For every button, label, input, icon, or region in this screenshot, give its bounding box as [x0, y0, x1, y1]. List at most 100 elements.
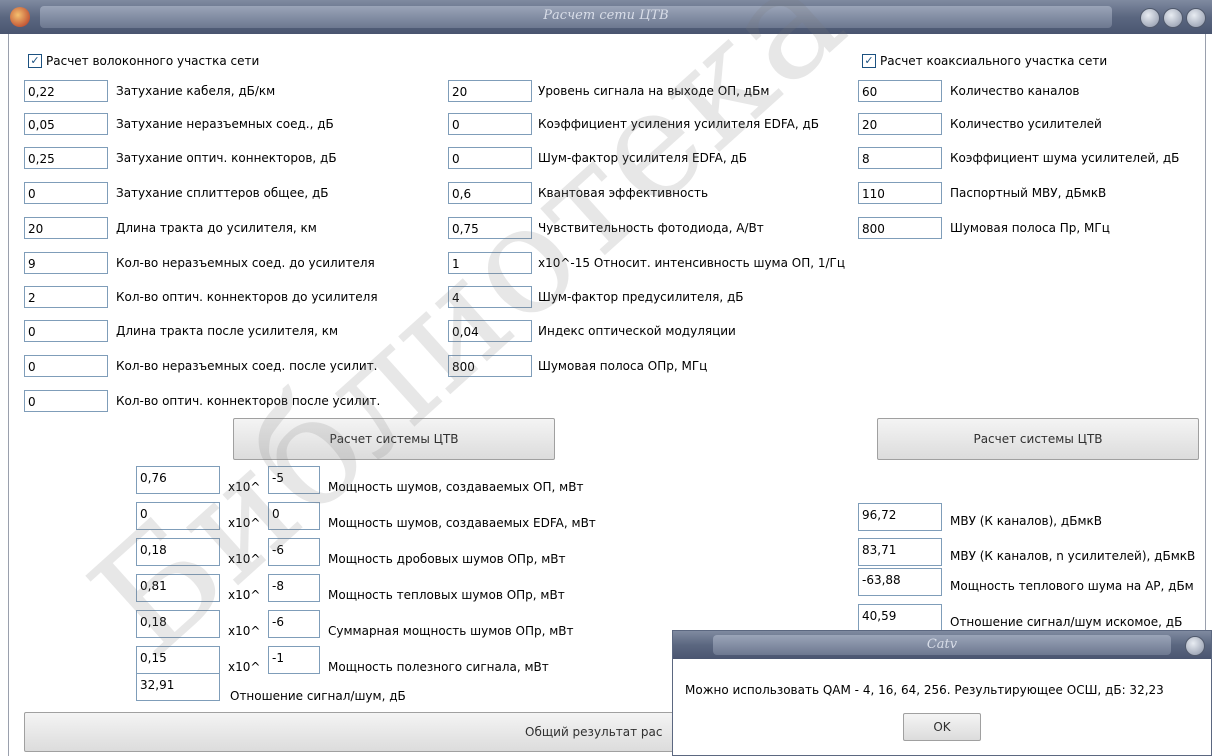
result-mantissa-field[interactable]: 0,81: [136, 574, 220, 602]
fiber-param-label: x10^-15 Относит. интенсивность шума ОП, …: [538, 256, 846, 270]
fiber-param-label: Кол-во оптич. коннекторов после усилит.: [116, 394, 381, 408]
coax-result-label: Мощность теплового шума на АР, дБм: [950, 579, 1194, 593]
coax-param-label: Паспортный МВУ, дБмкВ: [950, 186, 1107, 200]
x10-label: x10^: [228, 660, 261, 674]
fiber-param-label: Длина тракта после усилителя, км: [116, 324, 339, 338]
snr-value-field[interactable]: 32,91: [136, 673, 220, 701]
fiber-param-field[interactable]: 0,05: [24, 113, 108, 135]
coax-result-label: Отношение сигнал/шум искомое, дБ: [950, 615, 1183, 629]
fiber-param-label: Затухание кабеля, дБ/км: [116, 84, 276, 98]
dialog-close-button[interactable]: [1185, 636, 1205, 656]
fiber-param-label: Индекс оптической модуляции: [538, 324, 736, 338]
coax-result-field[interactable]: -63,88: [858, 568, 942, 596]
fiber-param-field[interactable]: 4: [448, 286, 532, 308]
coax-param-label: Количество каналов: [950, 84, 1080, 98]
fiber-param-field[interactable]: 0,75: [448, 217, 532, 239]
x10-label: x10^: [228, 588, 261, 602]
fiber-param-label: Уровень сигнала на выходе ОП, дБм: [538, 84, 770, 98]
result-label: Суммарная мощность шумов ОПр, мВт: [328, 624, 574, 638]
fiber-param-field[interactable]: 0,25: [24, 147, 108, 169]
result-exponent-field[interactable]: -6: [268, 610, 320, 638]
checkbox-box[interactable]: ✓: [862, 54, 876, 68]
fiber-param-label: Кол-во оптич. коннекторов до усилителя: [116, 290, 378, 304]
fiber-section-checkbox[interactable]: ✓ Расчет волоконного участка сети: [28, 54, 259, 68]
result-exponent-field[interactable]: -1: [268, 646, 320, 674]
fiber-param-label: Шум-фактор усилителя EDFA, дБ: [538, 151, 747, 165]
fiber-param-field[interactable]: 0: [24, 390, 108, 412]
result-mantissa-field[interactable]: 0,76: [136, 466, 220, 494]
coax-section-checkbox[interactable]: ✓ Расчет коаксиального участка сети: [862, 54, 1107, 68]
coax-param-field[interactable]: 60: [858, 80, 942, 102]
result-exponent-field[interactable]: -6: [268, 538, 320, 566]
fiber-param-field[interactable]: 20: [24, 217, 108, 239]
coax-param-label: Шумовая полоса Пр, МГц: [950, 221, 1110, 235]
fiber-param-label: Шумовая полоса ОПр, МГц: [538, 359, 708, 373]
maximize-button[interactable]: [1163, 8, 1183, 28]
fiber-param-field[interactable]: 1: [448, 252, 532, 274]
dialog-message: Можно использовать QAM - 4, 16, 64, 256.…: [685, 683, 1164, 697]
x10-label: x10^: [228, 480, 261, 494]
result-label: Мощность полезного сигнала, мВт: [328, 660, 549, 674]
fiber-param-label: Затухание сплиттеров общее, дБ: [116, 186, 329, 200]
result-exponent-field[interactable]: -8: [268, 574, 320, 602]
fiber-param-label: Затухание оптич. коннекторов, дБ: [116, 151, 337, 165]
minimize-button[interactable]: [1140, 8, 1160, 28]
fiber-param-field[interactable]: 0: [24, 320, 108, 342]
fiber-param-field[interactable]: 2: [24, 286, 108, 308]
message-dialog: Catv Можно использовать QAM - 4, 16, 64,…: [672, 630, 1212, 756]
window-title: Расчет сети ЦТВ: [543, 8, 669, 23]
fiber-param-field[interactable]: 0,04: [448, 320, 532, 342]
dialog-ok-button[interactable]: OK: [903, 713, 981, 741]
x10-label: x10^: [228, 624, 261, 638]
fiber-param-label: Затухание неразъемных соед., дБ: [116, 117, 334, 131]
fiber-param-field[interactable]: 0: [24, 355, 108, 377]
x10-label: x10^: [228, 552, 261, 566]
fiber-calc-button[interactable]: Расчет системы ЦТВ: [233, 418, 555, 460]
fiber-param-field[interactable]: 20: [448, 80, 532, 102]
coax-result-field[interactable]: 83,71: [858, 538, 942, 566]
coax-calc-button[interactable]: Расчет системы ЦТВ: [877, 418, 1199, 460]
overall-result-button[interactable]: Общий результат рас: [24, 712, 724, 752]
fiber-param-field[interactable]: 0: [24, 182, 108, 204]
result-mantissa-field[interactable]: 0,15: [136, 646, 220, 674]
result-exponent-field[interactable]: -5: [268, 466, 320, 494]
dialog-title: Catv: [926, 637, 958, 652]
fiber-param-field[interactable]: 0,22: [24, 80, 108, 102]
coax-param-field[interactable]: 800: [858, 217, 942, 239]
fiber-param-field[interactable]: 0: [448, 147, 532, 169]
fiber-param-label: Длина тракта до усилителя, км: [116, 221, 317, 235]
fiber-param-field[interactable]: 9: [24, 252, 108, 274]
result-label: Мощность тепловых шумов ОПр, мВт: [328, 588, 565, 602]
app-icon: [10, 7, 30, 27]
coax-param-label: Количество усилителей: [950, 117, 1102, 131]
close-button[interactable]: [1186, 8, 1206, 28]
result-mantissa-field[interactable]: 0: [136, 502, 220, 530]
checkbox-box[interactable]: ✓: [28, 54, 42, 68]
coax-param-field[interactable]: 20: [858, 113, 942, 135]
title-bar: Расчет сети ЦТВ: [0, 0, 1212, 34]
coax-section-label: Расчет коаксиального участка сети: [880, 54, 1108, 68]
fiber-param-label: Коэффициент усиления усилителя EDFA, дБ: [538, 117, 820, 131]
result-mantissa-field[interactable]: 0,18: [136, 610, 220, 638]
fiber-param-label: Квантовая эффективность: [538, 186, 709, 200]
x10-label: x10^: [228, 516, 261, 530]
fiber-param-label: Шум-фактор предусилителя, дБ: [538, 290, 744, 304]
coax-param-field[interactable]: 8: [858, 147, 942, 169]
coax-result-field[interactable]: 40,59: [858, 604, 942, 632]
fiber-param-field[interactable]: 0,6: [448, 182, 532, 204]
coax-param-label: Коэффициент шума усилителей, дБ: [950, 151, 1180, 165]
coax-result-label: МВУ (К каналов, n усилителей), дБмкВ: [950, 549, 1196, 563]
result-label: Мощность дробовых шумов ОПр, мВт: [328, 552, 566, 566]
fiber-section-label: Расчет волоконного участка сети: [46, 54, 260, 68]
fiber-param-field[interactable]: 800: [448, 355, 532, 377]
fiber-param-field[interactable]: 0: [448, 113, 532, 135]
coax-result-field[interactable]: 96,72: [858, 503, 942, 531]
coax-param-field[interactable]: 110: [858, 182, 942, 204]
result-mantissa-field[interactable]: 0,18: [136, 538, 220, 566]
fiber-param-label: Кол-во неразъемных соед. до усилителя: [116, 256, 375, 270]
coax-result-label: МВУ (К каналов), дБмкВ: [950, 514, 1102, 528]
fiber-param-label: Кол-во неразъемных соед. после усилит.: [116, 359, 378, 373]
result-exponent-field[interactable]: 0: [268, 502, 320, 530]
dialog-title-bar: Catv: [673, 631, 1211, 659]
snr-label: Отношение сигнал/шум, дБ: [230, 689, 406, 703]
